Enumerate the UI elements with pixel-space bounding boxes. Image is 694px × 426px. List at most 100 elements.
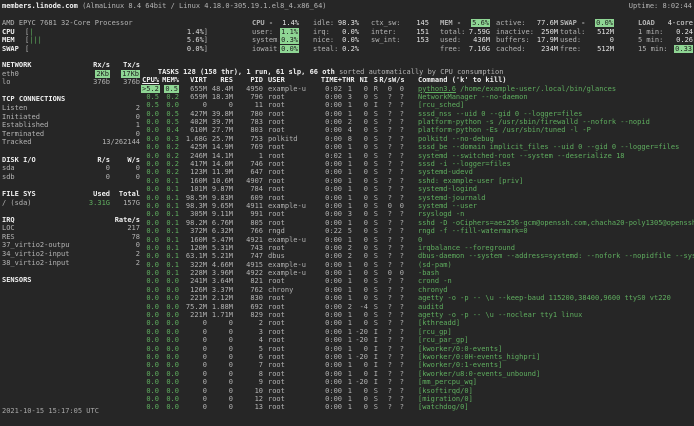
- proc-user: root: [263, 345, 312, 354]
- proc-mem: 0.2: [159, 93, 179, 102]
- quicklook-panel: AMD EPYC 7681 32-Core Processor CPU[|1.4…: [2, 19, 208, 53]
- proc-write: ?: [392, 261, 404, 270]
- proc-mem: 0.0: [159, 403, 179, 412]
- proc-thr: 1: [342, 328, 352, 337]
- proc-write: ?: [392, 101, 404, 110]
- metric-col1: [70, 104, 110, 113]
- sidebar-stats-panel: NETWORKRx/sTx/seth02Kb17Kblo376b376bTCP …: [2, 61, 140, 284]
- proc-virt: 0: [179, 101, 207, 110]
- proc-write: ?: [392, 152, 404, 161]
- process-row: 0.00.5402M39.7M783root0:0020S??platform-…: [141, 118, 694, 126]
- proc-cpu-value: 0.0: [146, 135, 159, 143]
- stat-row: free:512M: [560, 45, 616, 54]
- proc-ni: 0: [352, 286, 368, 295]
- title-line: members.linode.com (AlmaLinux 8.4 64bit …: [2, 2, 692, 11]
- proc-res: 5.21M: [207, 252, 233, 261]
- proc-res: 3.96M: [207, 269, 233, 278]
- proc-write: ?: [392, 210, 404, 219]
- proc-user: root: [263, 160, 312, 169]
- proc-res: 14.1M: [207, 152, 233, 161]
- section-spacer: [2, 267, 140, 276]
- proc-mem: 0.1: [159, 227, 179, 236]
- proc-thr: 1: [342, 219, 352, 228]
- metric-name: 38_virtio2-input.2: [2, 259, 70, 268]
- proc-virt: 0: [179, 361, 207, 370]
- proc-state: S: [368, 219, 378, 228]
- proc-pid: 647: [233, 168, 263, 177]
- glances-terminal[interactable]: members.linode.com (AlmaLinux 8.4 64bit …: [0, 0, 694, 426]
- proc-user: example-u: [263, 85, 312, 94]
- stat-label: steal:: [313, 45, 337, 54]
- proc-ni: 0: [352, 101, 368, 110]
- metric-col1: 0: [70, 164, 110, 173]
- proc-cpu-value: 0.0: [146, 370, 159, 378]
- proc-cpu: 0.0: [141, 378, 159, 387]
- proc-command: [kworker/0:1-events]: [418, 361, 694, 370]
- proc-cpu-value: 0.0: [146, 286, 159, 294]
- proc-command: python3.6 /home/example-user/.local/bin/…: [418, 85, 694, 94]
- metric-col1: [70, 130, 110, 139]
- proc-state: S: [368, 387, 378, 396]
- metric-col1: [70, 224, 110, 233]
- proc-pid: 753: [233, 135, 263, 144]
- proc-state: S: [368, 311, 378, 320]
- proc-user: dbus: [263, 252, 312, 261]
- proc-ni: 0: [352, 252, 368, 261]
- proc-virt: 120M: [179, 244, 207, 253]
- proc-mem: 0.5: [159, 110, 179, 119]
- metric-col2: 13/262144: [102, 138, 140, 147]
- metric-name: lo: [2, 78, 70, 87]
- proc-write: ?: [392, 277, 404, 286]
- proc-state: S: [368, 210, 378, 219]
- proc-ni: 0: [352, 168, 368, 177]
- proc-user: root: [263, 403, 312, 412]
- proc-read: ?: [378, 152, 392, 161]
- metric-col2: Tx/s: [110, 61, 140, 70]
- section-title: FILE SYS: [2, 190, 70, 199]
- process-row: 0.00.198.2M6.76M805root0:0010S??sshd -D …: [141, 219, 694, 227]
- tasks-summary-counts: TASKS 128 (158 thr), 1 run, 61 slp, 66 o…: [158, 68, 335, 76]
- proc-mem-value: 0.1: [166, 210, 179, 218]
- proc-cpu: 0.0: [141, 311, 159, 320]
- proc-res: 0: [207, 395, 233, 404]
- proc-write: ?: [392, 135, 404, 144]
- process-row: 0.00.0004root0:001-20I??[rcu_par_gp]: [141, 336, 694, 344]
- proc-mem: 0.0: [159, 378, 179, 387]
- section-data-row: lo376b376b: [2, 78, 140, 87]
- proc-ni: 0: [352, 311, 368, 320]
- proc-read: ?: [378, 336, 392, 345]
- metric-col2: 217: [110, 224, 140, 233]
- proc-pid: 7: [233, 361, 263, 370]
- proc-pid: 4911: [233, 202, 263, 211]
- column-header-time+: TIME+: [312, 76, 342, 85]
- metric-col1: [70, 276, 110, 285]
- proc-read: ?: [378, 101, 392, 110]
- proc-pid: 11: [233, 101, 263, 110]
- proc-thr: 1: [342, 345, 352, 354]
- proc-pid: 4915: [233, 261, 263, 270]
- metric-col1: [70, 216, 110, 225]
- proc-write: ?: [392, 143, 404, 152]
- proc-time: 0:00: [312, 135, 342, 144]
- stat-label: idle:: [313, 19, 337, 28]
- proc-mem: 0.5: [159, 85, 179, 94]
- clock-timestamp: 2021-10-15 15:17:05 UTC: [2, 407, 99, 416]
- proc-cpu-value: 0.0: [146, 378, 159, 386]
- proc-virt: 101M: [179, 185, 207, 194]
- section-data-row: LOC 217: [2, 224, 140, 233]
- metric-name: LOC: [2, 224, 70, 233]
- proc-ni: 0: [352, 294, 368, 303]
- proc-ni: 0: [352, 403, 368, 412]
- proc-time: 0:00: [312, 328, 342, 337]
- column-header-cpu%: CPU%: [141, 76, 159, 85]
- stat-value: 98.3%: [337, 19, 359, 28]
- proc-thr: 1: [342, 286, 352, 295]
- metric-col2: 2: [110, 250, 140, 259]
- process-row: 0.00.00012root0:0010S??[migration/0]: [141, 395, 694, 403]
- stat-value: 0: [587, 36, 614, 45]
- proc-pid: 4950: [233, 85, 263, 94]
- proc-write: ?: [392, 244, 404, 253]
- process-row: 0.00.0241M3.64M821root0:0010S??crond -n: [141, 277, 694, 285]
- proc-ni: 0: [352, 387, 368, 396]
- proc-cpu-value: 0.0: [146, 303, 159, 311]
